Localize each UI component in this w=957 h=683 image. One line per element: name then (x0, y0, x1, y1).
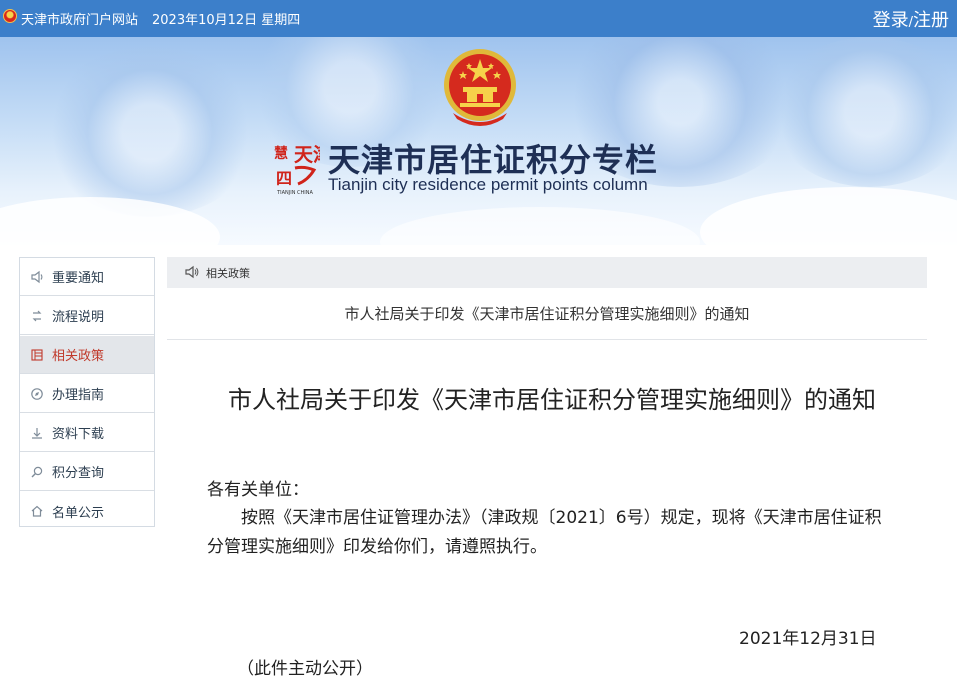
speaker-icon (30, 270, 44, 284)
sidebar-item-label: 流程说明 (52, 310, 105, 325)
sidebar-item-guide[interactable]: 办理指南 (20, 375, 154, 413)
svg-text:天津: 天津 (294, 143, 320, 166)
flow-icon (30, 309, 44, 323)
sidebar-nav: 重要通知 流程说明 相关政策 办理指南 资料下载 积分查询 名单公示 (19, 257, 155, 527)
sidebar-item-label: 积分查询 (52, 466, 105, 481)
article-body: 按照《天津市居住证管理办法》（津政规〔2021〕6号）规定，现将《天津市居住证积… (207, 508, 882, 557)
top-bar: 天津市政府门户网站 2023年10月12日 星期四 登录/注册 (0, 0, 957, 37)
sidebar-item-label: 办理指南 (52, 388, 105, 403)
speaker-icon (185, 265, 199, 279)
breadcrumb: 相关政策 (167, 257, 927, 288)
national-emblem-icon (444, 49, 516, 126)
tianjin-seal-logo: 慧 天津 四 TIANJIN CHINA (270, 140, 332, 198)
seal-caption: TIANJIN CHINA (277, 190, 313, 196)
sidebar-item-label: 相关政策 (52, 349, 105, 364)
sidebar-item-important-notices[interactable]: 重要通知 (20, 258, 154, 296)
sidebar-item-process[interactable]: 流程说明 (20, 297, 154, 335)
document-icon (30, 348, 44, 362)
register-link[interactable]: 注册 (913, 10, 949, 31)
search-icon (30, 465, 44, 479)
compass-icon (30, 387, 44, 401)
breadcrumb-current[interactable]: 相关政策 (206, 265, 250, 281)
download-icon (30, 426, 44, 440)
main-content: 相关政策 市人社局关于印发《天津市居住证积分管理实施细则》的通知 市人社局关于印… (167, 257, 927, 683)
svg-text:四: 四 (276, 169, 292, 188)
national-emblem-icon (3, 9, 17, 23)
current-date: 2023年10月12日 星期四 (152, 13, 301, 28)
article-date: 2021年12月31日 (739, 629, 877, 649)
sidebar-item-downloads[interactable]: 资料下载 (20, 414, 154, 452)
site-name-link[interactable]: 天津市政府门户网站 (21, 9, 138, 28)
svg-text:慧: 慧 (274, 145, 288, 162)
sidebar-item-publicity-list[interactable]: 名单公示 (20, 492, 154, 530)
sidebar-item-label: 资料下载 (52, 427, 105, 442)
topic-title: 市人社局关于印发《天津市居住证积分管理实施细则》的通知 (167, 288, 927, 340)
article-salutation: 各有关单位： (207, 480, 309, 500)
article-note: （此件主动公开） (237, 659, 373, 679)
banner-subtitle: Tianjin city residence permit points col… (328, 175, 648, 194)
sidebar-item-points-query[interactable]: 积分查询 (20, 453, 154, 491)
sidebar-item-label: 重要通知 (52, 271, 105, 286)
auth-links: 登录/注册 (873, 6, 949, 32)
article-title: 市人社局关于印发《天津市居住证积分管理实施细则》的通知 (228, 386, 876, 414)
login-link[interactable]: 登录 (873, 10, 909, 31)
sidebar-item-label: 名单公示 (52, 505, 105, 521)
header-banner: 慧 天津 四 TIANJIN CHINA 天津市居住证积分专栏 Tianjin … (0, 37, 957, 245)
home-icon (30, 504, 44, 518)
sidebar-item-policies[interactable]: 相关政策 (20, 336, 154, 374)
